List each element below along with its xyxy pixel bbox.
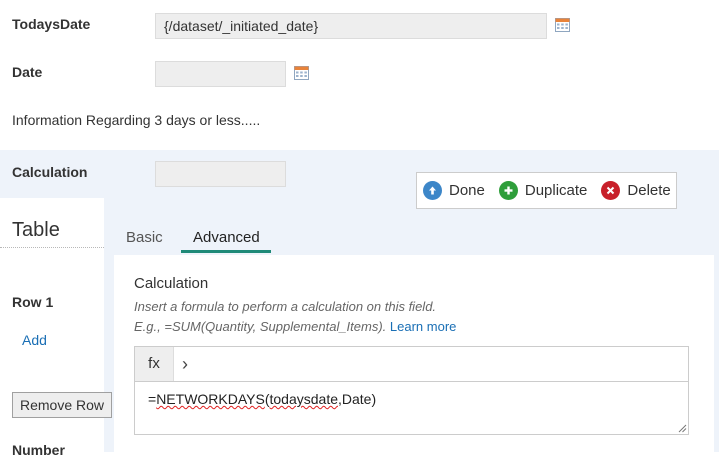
done-label: Done: [449, 182, 485, 199]
date-label: Date: [12, 64, 43, 80]
duplicate-button[interactable]: Duplicate: [498, 181, 588, 200]
table-title: Table: [12, 219, 60, 241]
duplicate-label: Duplicate: [524, 182, 588, 199]
formula-input[interactable]: =NETWORKDAYS(todaysdate,Date): [134, 381, 689, 435]
info-text: Information Regarding 3 days or less....…: [12, 112, 261, 128]
row-label: Row 1: [12, 294, 54, 310]
table-divider: [0, 247, 104, 248]
formula-function: NETWORKDAYS: [156, 391, 265, 407]
active-tab-indicator: [181, 250, 271, 253]
delete-button[interactable]: Delete: [601, 181, 671, 200]
todays-date-field[interactable]: {/dataset/_initiated_date}: [155, 13, 547, 39]
number-label: Number: [12, 442, 65, 458]
fx-button[interactable]: fx: [135, 347, 174, 381]
delete-label: Delete: [627, 182, 671, 199]
help-text-line2: E.g., =SUM(Quantity, Supplemental_Items)…: [134, 319, 456, 334]
advanced-heading: Calculation: [134, 275, 209, 292]
tab-advanced[interactable]: Advanced: [193, 229, 260, 246]
formula-rest: ,Date): [338, 391, 377, 407]
calculation-field[interactable]: [155, 161, 286, 187]
help-text-line1: Insert a formula to perform a calculatio…: [134, 299, 437, 314]
formula-prefix: =: [148, 391, 157, 407]
done-button[interactable]: Done: [423, 181, 485, 200]
calendar-icon[interactable]: [555, 18, 570, 32]
add-row-link[interactable]: Add: [22, 332, 47, 348]
x-circle-icon: [601, 181, 621, 200]
learn-more-link[interactable]: Learn more: [390, 319, 456, 334]
todays-date-label: TodaysDate: [12, 16, 91, 32]
calendar-icon[interactable]: [294, 66, 309, 80]
chevron-right-icon[interactable]: ›: [182, 347, 188, 381]
remove-row-button[interactable]: Remove Row: [12, 392, 112, 418]
formula-arg: todaysdate: [269, 391, 339, 407]
resize-handle-icon[interactable]: [678, 424, 687, 433]
plus-circle-icon: [498, 181, 518, 200]
date-field[interactable]: [155, 61, 286, 87]
field-toolbar: Done Duplicate Delete: [416, 172, 677, 209]
arrow-up-circle-icon: [423, 181, 442, 200]
calculation-label: Calculation: [12, 164, 88, 180]
formula-toolbar: fx ›: [134, 346, 689, 382]
tab-basic[interactable]: Basic: [126, 229, 163, 246]
example-formula: E.g., =SUM(Quantity, Supplemental_Items)…: [134, 319, 387, 334]
